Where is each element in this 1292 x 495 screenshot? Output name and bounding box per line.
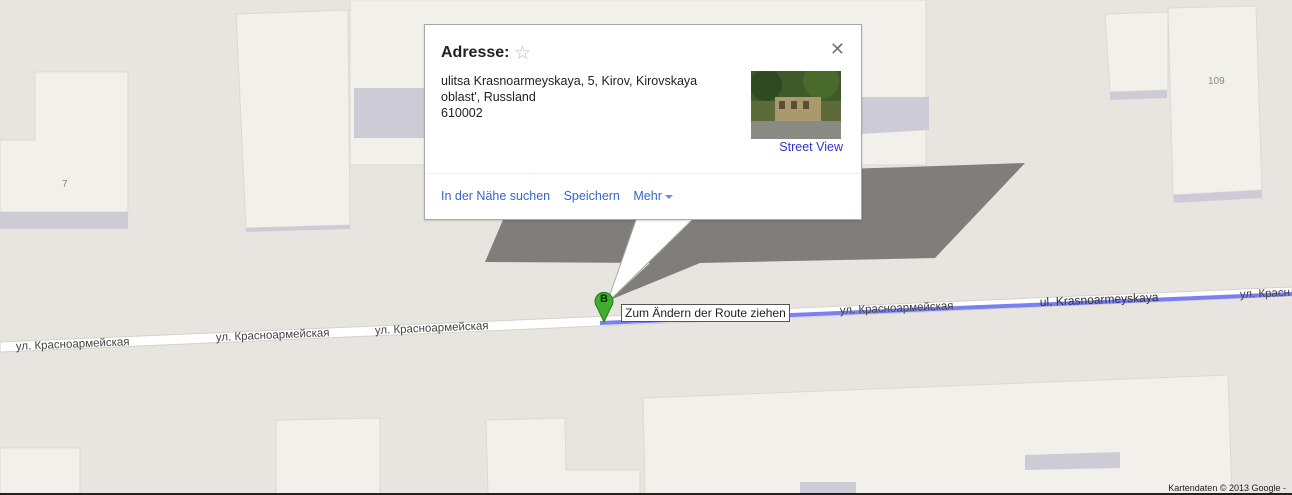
more-label: Mehr [633, 189, 662, 203]
building-number: 7 [62, 179, 68, 190]
popup-actions: In der Nähe suchen Speichern Mehr [441, 189, 683, 203]
marker-label: B [600, 293, 608, 305]
map-copyright[interactable]: Kartendaten © 2013 Google - [1168, 483, 1286, 493]
building [0, 447, 81, 495]
building [1104, 11, 1169, 93]
chevron-down-icon [664, 194, 673, 199]
divider [425, 173, 861, 174]
save-link[interactable]: Speichern [564, 189, 620, 203]
building-side [0, 212, 128, 229]
postcode: 610002 [441, 106, 483, 120]
popup-title: Adresse: [441, 44, 510, 61]
address: ulitsa Krasnoarmeyskaya, 5, Kirov, Kirov… [441, 73, 731, 121]
star-outline-icon[interactable]: ☆ [514, 42, 531, 65]
nearby-search-link[interactable]: In der Nähe suchen [441, 189, 550, 203]
street-label: ул. Красн [1240, 287, 1291, 301]
building [1167, 5, 1263, 196]
close-icon[interactable]: ✕ [830, 39, 845, 60]
street-view-thumbnail[interactable] [751, 71, 841, 139]
building [235, 9, 351, 229]
address-line: ulitsa Krasnoarmeyskaya, 5, Kirov, Kirov… [441, 74, 698, 88]
building-side [1025, 452, 1120, 470]
more-menu[interactable]: Mehr [633, 189, 673, 203]
street-view-link[interactable]: Street View [779, 140, 843, 154]
route-drag-tooltip: Zum Ändern der Route ziehen [621, 304, 790, 322]
building-side [860, 97, 929, 134]
address-line: oblast', Russland [441, 90, 536, 104]
info-window: Adresse: ☆ ✕ ulitsa Krasnoarmeyskaya, 5,… [424, 24, 862, 220]
building-number: 109 [1208, 76, 1225, 87]
building [275, 417, 381, 495]
building-side [354, 88, 426, 138]
